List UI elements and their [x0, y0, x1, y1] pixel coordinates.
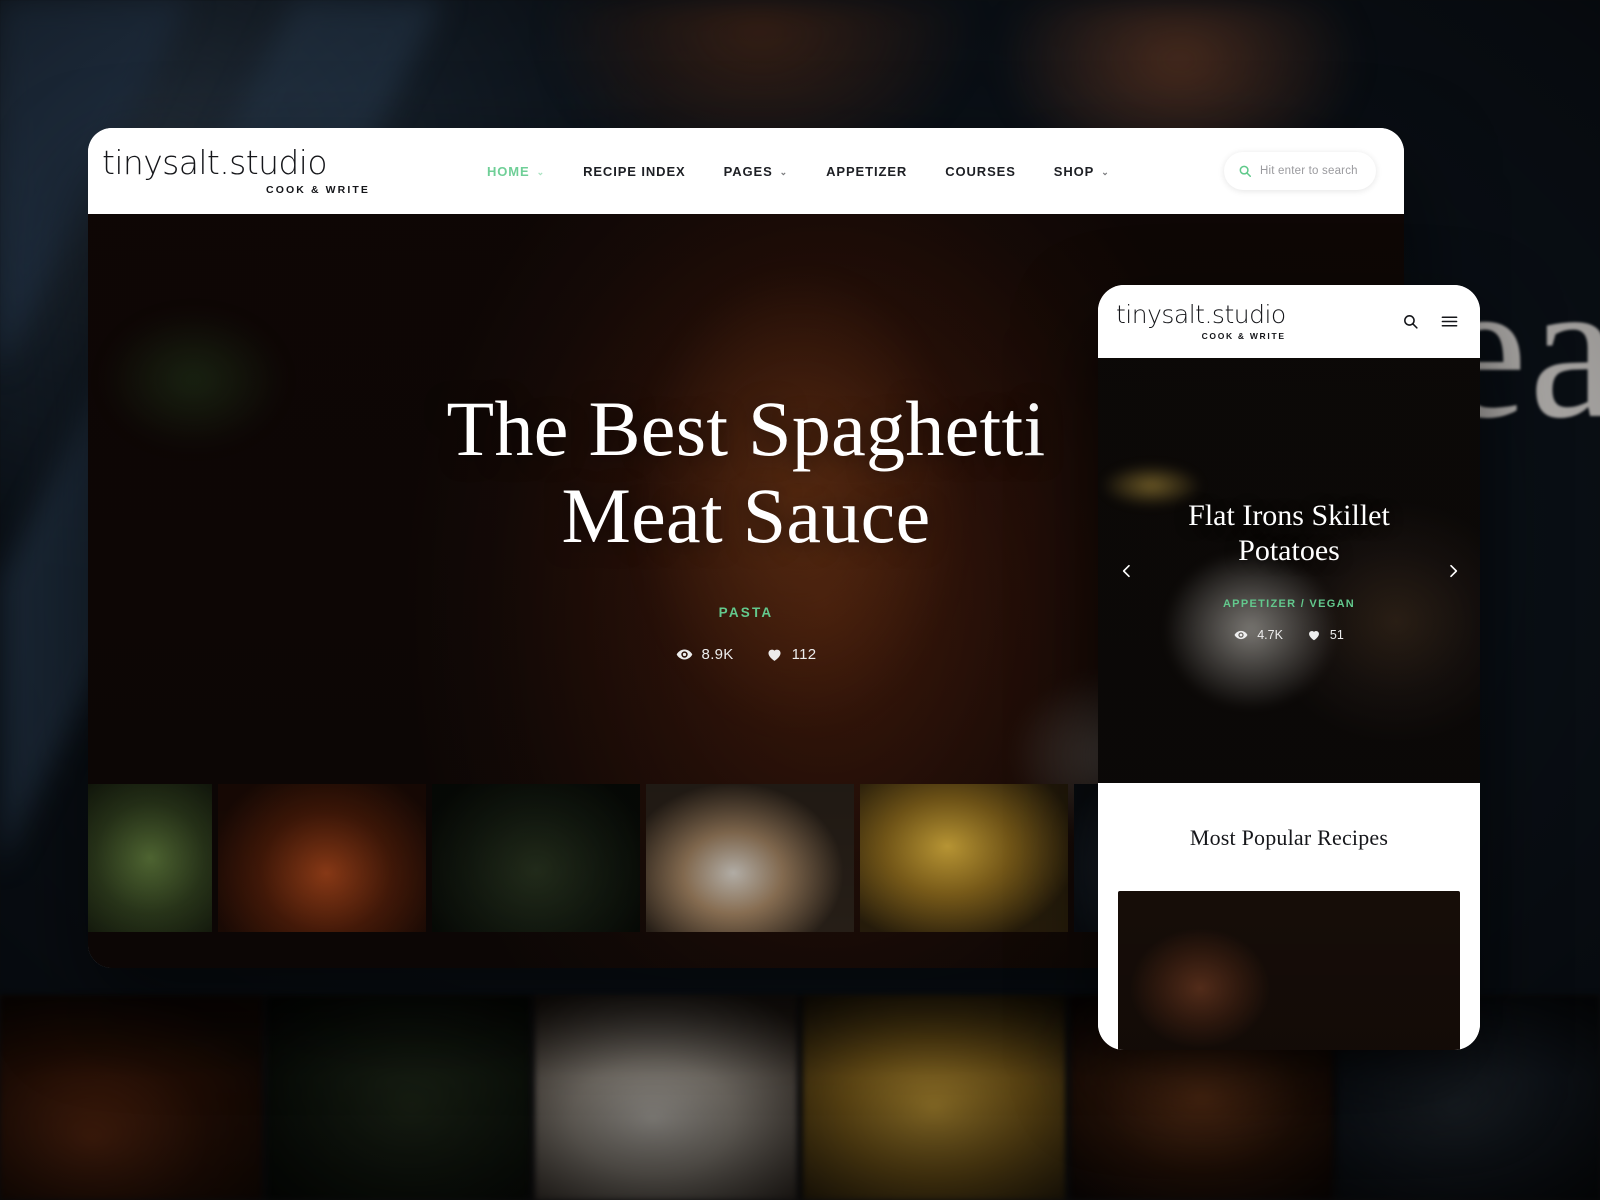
carousel-thumb-soup-bowls[interactable]: [860, 784, 1068, 932]
mobile-mockup: tinysalt.studio COOK & WRITE Flat Irons …: [1098, 285, 1480, 1050]
section-title: Most Popular Recipes: [1189, 825, 1389, 850]
hero-stats: 8.9K 112: [676, 646, 817, 663]
chevron-left-icon: [1122, 564, 1130, 577]
mobile-hero: Flat Irons Skillet Potatoes APPETIZER / …: [1098, 358, 1480, 783]
background-thumb: [535, 995, 798, 1200]
search-icon[interactable]: [1402, 313, 1419, 330]
carousel-prev-button[interactable]: [1114, 558, 1140, 584]
carousel-thumb-greens[interactable]: [88, 784, 212, 932]
nav-item-pages[interactable]: PAGES ⌄: [705, 164, 808, 179]
mobile-hero-title: Flat Irons Skillet Potatoes: [1188, 499, 1390, 567]
eye-icon: [1234, 630, 1248, 640]
mobile-view-count: 4.7K: [1234, 628, 1283, 642]
nav-item-courses[interactable]: COURSES: [926, 164, 1035, 179]
chevron-right-icon: [1450, 564, 1458, 577]
background-thumb: [267, 995, 530, 1200]
like-count-value: 112: [791, 646, 817, 664]
view-count-value: 8.9K: [701, 646, 734, 664]
desktop-header: tinysalt.studio COOK & WRITE HOME ⌄ RECI…: [88, 128, 1404, 214]
chevron-down-icon: ⌄: [1101, 166, 1110, 177]
search-placeholder: Hit enter to search: [1260, 165, 1358, 177]
chevron-down-icon: ⌄: [779, 166, 789, 177]
mobile-header-actions: [1402, 313, 1458, 330]
mobile-hero-stats: 4.7K 51: [1234, 628, 1344, 642]
nav-label: SHOP: [1053, 163, 1095, 179]
hamburger-menu-icon[interactable]: [1441, 313, 1458, 330]
nav-label: APPETIZER: [826, 163, 908, 179]
nav-item-appetizer[interactable]: APPETIZER: [807, 164, 926, 179]
nav-item-shop[interactable]: SHOP ⌄: [1035, 164, 1129, 179]
background-thumb: [0, 995, 262, 1200]
nav-label: COURSES: [945, 163, 1016, 179]
search-icon: [1239, 165, 1252, 178]
chevron-down-icon: ⌄: [536, 166, 546, 177]
heart-icon: [768, 650, 781, 662]
heart-icon: [1308, 631, 1319, 641]
nav-item-recipe-index[interactable]: RECIPE INDEX: [564, 164, 705, 179]
main-navigation: HOME ⌄ RECIPE INDEX PAGES ⌄ APPETIZER CO…: [468, 164, 1129, 179]
background-thumb: [803, 995, 1065, 1200]
mobile-logo-tagline: COOK & WRITE: [1201, 331, 1286, 341]
like-count[interactable]: 112: [766, 646, 817, 663]
mobile-like-count-value: 51: [1329, 628, 1344, 642]
carousel-thumb-skillet-potatoes[interactable]: [646, 784, 854, 932]
hero-title: The Best Spaghetti Meat Sauce: [446, 384, 1046, 559]
mobile-popular-section: Most Popular Recipes: [1098, 783, 1480, 1050]
nav-label: HOME: [487, 163, 530, 179]
nav-label: RECIPE INDEX: [583, 163, 686, 179]
carousel-next-button[interactable]: [1440, 558, 1466, 584]
carousel-thumb-dark-greens[interactable]: [432, 784, 640, 932]
nav-label: PAGES: [723, 163, 773, 179]
view-count: 8.9K: [676, 646, 734, 663]
mobile-logo-wordmark: tinysalt.studio: [1116, 300, 1286, 329]
logo-tagline: COOK & WRITE: [266, 184, 370, 196]
mobile-hero-content: Flat Irons Skillet Potatoes APPETIZER / …: [1098, 358, 1480, 783]
recipe-card-chocolate-bowl[interactable]: [1118, 891, 1460, 1050]
site-logo[interactable]: tinysalt.studio COOK & WRITE: [102, 146, 372, 196]
mobile-view-count-value: 4.7K: [1257, 628, 1283, 642]
mobile-hero-category-link[interactable]: APPETIZER / VEGAN: [1223, 598, 1355, 610]
mobile-header: tinysalt.studio COOK & WRITE: [1098, 285, 1480, 358]
mobile-site-logo[interactable]: tinysalt.studio COOK & WRITE: [1116, 302, 1286, 341]
eye-icon: [676, 649, 692, 660]
mobile-like-count[interactable]: 51: [1307, 628, 1344, 642]
search-box[interactable]: Hit enter to search: [1224, 152, 1376, 190]
hero-category-link[interactable]: PASTA: [719, 605, 774, 620]
nav-item-home[interactable]: HOME ⌄: [468, 164, 564, 179]
carousel-thumb-spaghetti-meat-sauce[interactable]: [218, 784, 426, 932]
logo-wordmark: tinysalt.studio: [102, 143, 328, 182]
